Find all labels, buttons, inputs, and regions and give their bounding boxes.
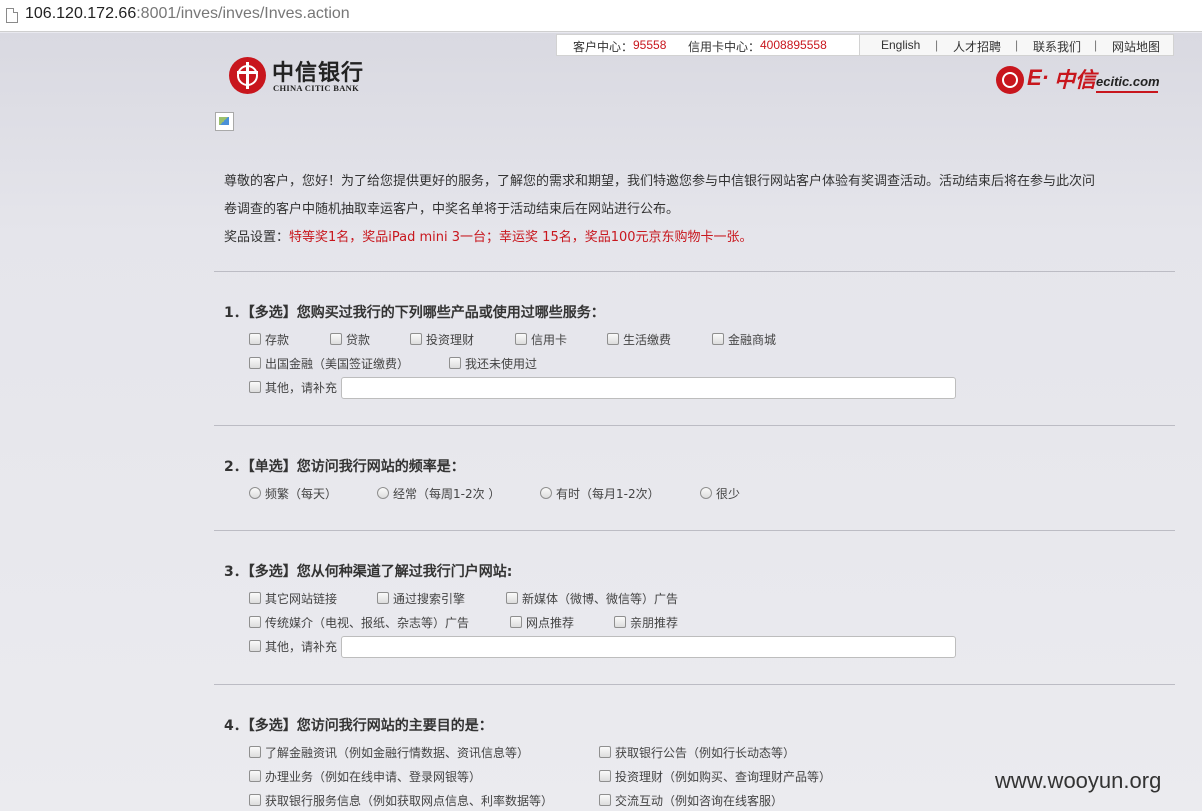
checkbox[interactable] (515, 333, 527, 345)
divider (214, 425, 1175, 426)
radio[interactable] (249, 487, 261, 499)
logo-underline (1096, 91, 1158, 93)
prize-text: 特等奖1名，奖品iPad mini 3一台；幸运奖 15名，奖品100元京东购物… (289, 230, 753, 245)
option-label: 投资理财（例如购买、查询理财产品等） (615, 770, 832, 784)
top-links-bar: 客户中心： 95558 信用卡中心： 4008895558 English | … (556, 34, 1174, 56)
customer-center-label: 客户中心： (573, 40, 634, 54)
prize-line: 奖品设置：特等奖1名，奖品iPad mini 3一台；幸运奖 15名，奖品100… (224, 224, 1174, 252)
page-icon (6, 8, 18, 23)
option-label: 出国金融（美国签证缴费） (265, 357, 410, 371)
separator: | (935, 38, 939, 52)
checkbox[interactable] (599, 746, 611, 758)
broken-image-icon (215, 112, 234, 131)
divider (214, 271, 1175, 272)
checkbox[interactable] (249, 640, 261, 652)
page-background (0, 33, 1202, 811)
link-contact[interactable]: 联系我们 (1033, 38, 1081, 55)
checkbox[interactable] (249, 381, 261, 393)
url-text[interactable]: 106.120.172.66:8001/inves/inves/Inves.ac… (25, 5, 350, 23)
checkbox[interactable] (599, 794, 611, 806)
option-label: 办理业务（例如在线申请、登录网银等） (265, 770, 482, 784)
checkbox[interactable] (712, 333, 724, 345)
link-english[interactable]: English (881, 38, 920, 52)
link-careers[interactable]: 人才招聘 (953, 38, 1001, 55)
checkbox[interactable] (249, 592, 261, 604)
option-label: 我还未使用过 (465, 357, 538, 371)
option-label: 其它网站链接 (265, 592, 338, 606)
checkbox[interactable] (510, 616, 522, 628)
option-label: 信用卡 (531, 333, 568, 347)
radio[interactable] (700, 487, 712, 499)
checkbox[interactable] (249, 616, 261, 628)
e-mark: E· (1027, 65, 1049, 90)
option-label: 交流互动（例如咨询在线客服） (615, 794, 784, 808)
intro-line-2: 卷调查的客户中随机抽取幸运客户，中奖名单将于活动结束后在网站进行公布。 (224, 202, 680, 217)
checkbox[interactable] (249, 794, 261, 806)
option-label: 新媒体（微博、微信等）广告 (522, 592, 679, 606)
card-center-label: 信用卡中心： (688, 40, 761, 54)
e-citic-logo[interactable]: E· 中信 ecitic.com (996, 64, 1166, 96)
option-label: 获取银行服务信息（例如获取网点信息、利率数据等） (265, 794, 554, 808)
checkbox[interactable] (377, 592, 389, 604)
option-label: 金融商城 (728, 333, 777, 347)
e-citic-domain: ecitic.com (1096, 74, 1160, 89)
logo-english-text: CHINA CITIC BANK (273, 83, 360, 93)
citic-bank-logo[interactable]: 中信银行 CHINA CITIC BANK (229, 55, 379, 97)
address-bar[interactable]: 106.120.172.66:8001/inves/inves/Inves.ac… (0, 0, 1202, 32)
citic-emblem-icon (229, 57, 266, 94)
citic-emblem-icon (996, 66, 1024, 94)
url-path: :8001/inves/inves/Inves.action (136, 5, 350, 22)
option-label: 投资理财 (426, 333, 475, 347)
option-label: 贷款 (346, 333, 371, 347)
question-2-title: 2．【单选】您访问我行网站的频率是： (224, 459, 465, 475)
option-label: 频繁（每天） (265, 487, 338, 501)
radio[interactable] (377, 487, 389, 499)
customer-center-phone: 95558 (633, 38, 667, 52)
option-label: 传统媒介（电视、报纸、杂志等）广告 (265, 616, 470, 630)
option-label: 生活缴费 (623, 333, 672, 347)
divider (214, 684, 1175, 685)
checkbox[interactable] (599, 770, 611, 782)
q1-other-input[interactable] (341, 377, 956, 399)
checkbox[interactable] (506, 592, 518, 604)
option-label: 经常（每周1-2次 ） (393, 487, 501, 501)
e-citic-chinese: 中信 (1054, 68, 1096, 92)
option-label: 很少 (716, 487, 741, 501)
option-label: 获取银行公告（例如行长动态等） (615, 746, 796, 760)
checkbox[interactable] (249, 770, 261, 782)
card-center-phone: 4008895558 (760, 38, 827, 52)
option-label: 其他，请补充 (265, 381, 338, 395)
checkbox[interactable] (410, 333, 422, 345)
option-label: 了解金融资讯（例如金融行情数据、资讯信息等） (265, 746, 530, 760)
checkbox[interactable] (249, 746, 261, 758)
checkbox[interactable] (614, 616, 626, 628)
q3-other-input[interactable] (341, 636, 956, 658)
checkbox[interactable] (330, 333, 342, 345)
separator: | (1015, 38, 1019, 52)
question-3-title: 3．【多选】您从何种渠道了解过我行门户网站: (224, 564, 513, 580)
option-label: 网点推荐 (526, 616, 575, 630)
intro-text: 尊敬的客户，您好！为了给您提供更好的服务，了解您的需求和期望，我们特邀您参与中信… (224, 168, 1174, 252)
checkbox[interactable] (249, 333, 261, 345)
option-label: 亲朋推荐 (630, 616, 679, 630)
divider (214, 530, 1175, 531)
watermark: www.wooyun.org (995, 768, 1162, 793)
checkbox[interactable] (607, 333, 619, 345)
intro-line-1: 尊敬的客户，您好！为了给您提供更好的服务，了解您的需求和期望，我们特邀您参与中信… (224, 174, 1096, 189)
question-1-title: 1．【多选】您购买过我行的下列哪些产品或使用过哪些服务： (224, 305, 605, 321)
checkbox[interactable] (449, 357, 461, 369)
link-sitemap[interactable]: 网站地图 (1112, 38, 1160, 55)
prize-label: 奖品设置： (224, 230, 290, 245)
question-4-title: 4．【多选】您访问我行网站的主要目的是： (224, 718, 493, 734)
separator: | (1094, 38, 1098, 52)
radio[interactable] (540, 487, 552, 499)
checkbox[interactable] (249, 357, 261, 369)
option-label: 有时（每月1-2次） (556, 487, 660, 501)
option-label: 其他，请补充 (265, 640, 338, 654)
option-label: 存款 (265, 333, 290, 347)
option-label: 通过搜索引擎 (393, 592, 466, 606)
url-host: 106.120.172.66 (25, 5, 137, 22)
